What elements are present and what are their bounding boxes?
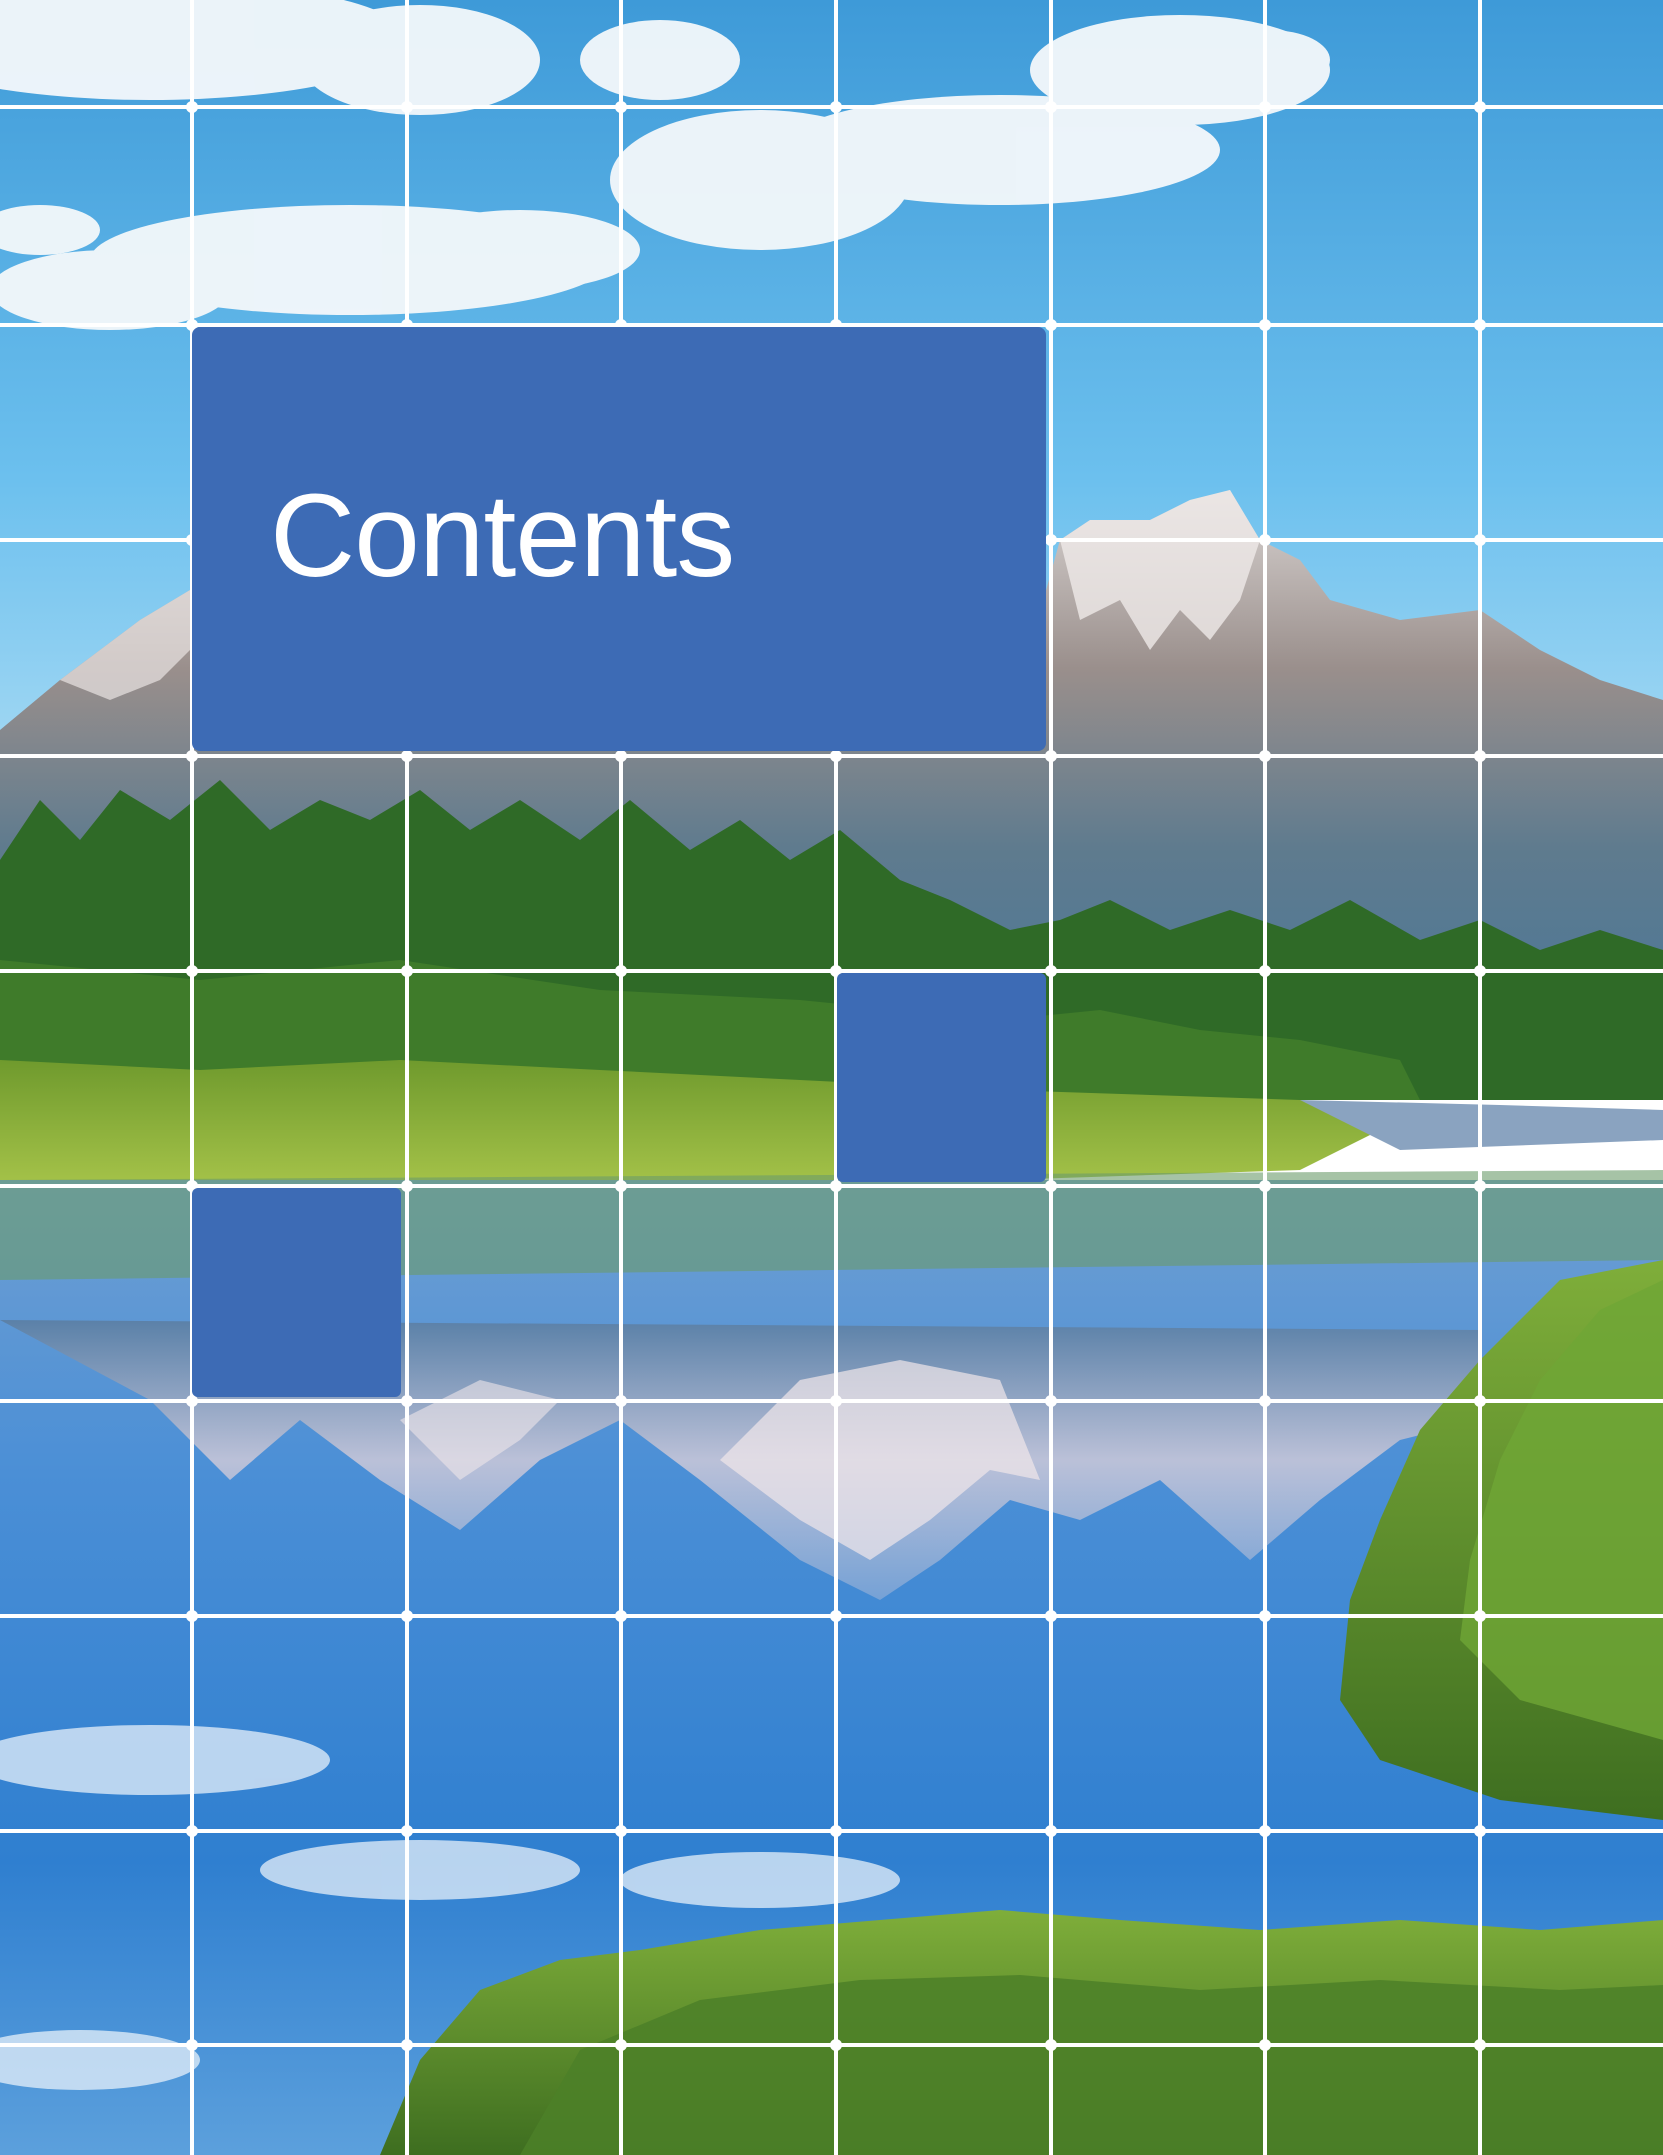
page-title: Contents [270, 470, 735, 602]
accent-square [192, 1188, 401, 1397]
contents-page: Contents [0, 0, 1663, 2155]
grid-overlay [0, 0, 1663, 2155]
accent-square [837, 973, 1046, 1182]
title-panel: Contents [192, 327, 1046, 751]
